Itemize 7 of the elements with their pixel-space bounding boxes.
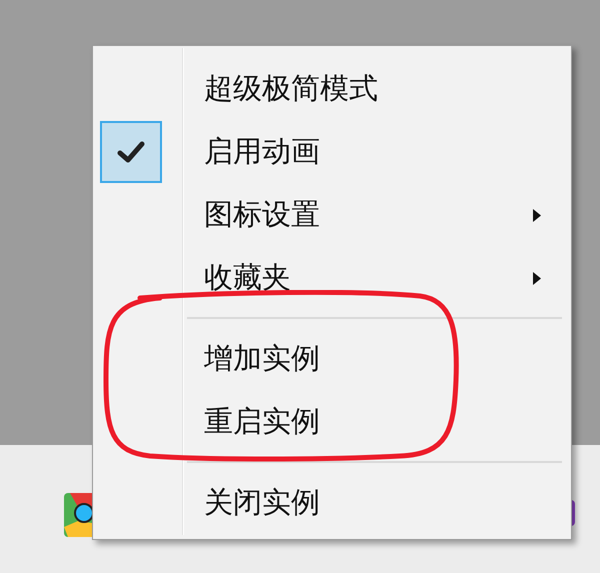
menu-item[interactable]: 图标设置 [93, 183, 571, 246]
menu-item[interactable]: 超级极简模式 [93, 57, 571, 120]
menu-item[interactable]: 启用动画 [93, 120, 571, 183]
app-icon[interactable] [64, 493, 92, 537]
menu-item[interactable]: 重启实例 [93, 390, 571, 453]
menu-item[interactable]: 增加实例 [93, 327, 571, 390]
menu-item[interactable]: 收藏夹 [93, 246, 571, 309]
